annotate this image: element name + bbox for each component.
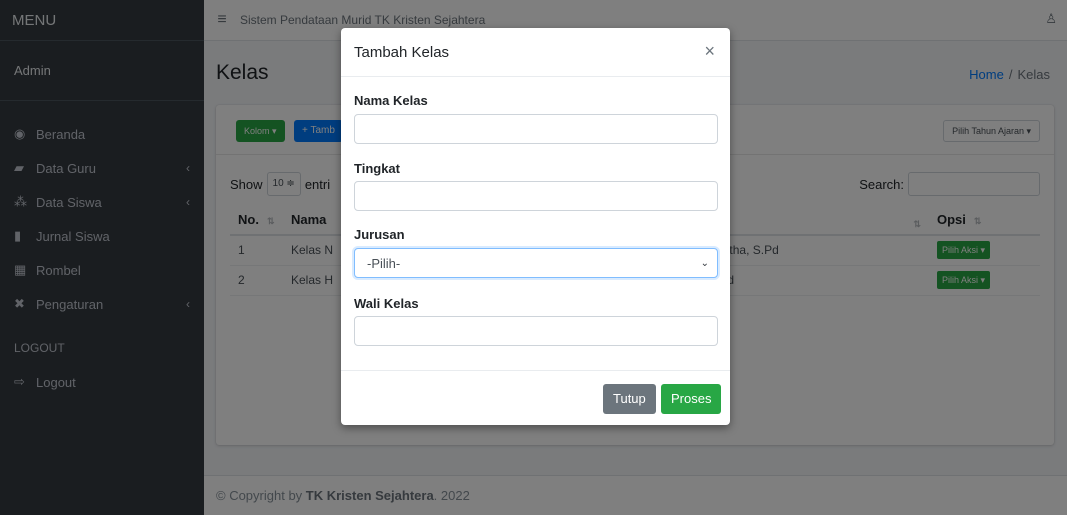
tambah-kelas-modal: Tambah Kelas × Nama Kelas Tingkat Jurusa…	[341, 28, 730, 425]
chevron-down-icon: ⌄	[700, 257, 709, 269]
wali-kelas-field[interactable]	[354, 316, 718, 346]
wali-kelas-label: Wali Kelas	[354, 296, 419, 311]
tingkat-label: Tingkat	[354, 161, 400, 176]
jurusan-select[interactable]: -Pilih- ⌄	[354, 248, 718, 278]
jurusan-selected-value: -Pilih-	[367, 255, 401, 271]
modal-footer: Tutup Proses	[341, 370, 730, 425]
modal-title: Tambah Kelas	[354, 44, 450, 61]
tingkat-field[interactable]	[354, 181, 718, 211]
close-icon[interactable]: ×	[704, 42, 715, 60]
nama-kelas-field[interactable]	[354, 114, 718, 144]
modal-header: Tambah Kelas ×	[341, 28, 730, 77]
tutup-button[interactable]: Tutup	[603, 384, 656, 414]
proses-button[interactable]: Proses	[661, 384, 722, 414]
jurusan-label: Jurusan	[354, 227, 405, 242]
nama-kelas-label: Nama Kelas	[354, 93, 428, 108]
